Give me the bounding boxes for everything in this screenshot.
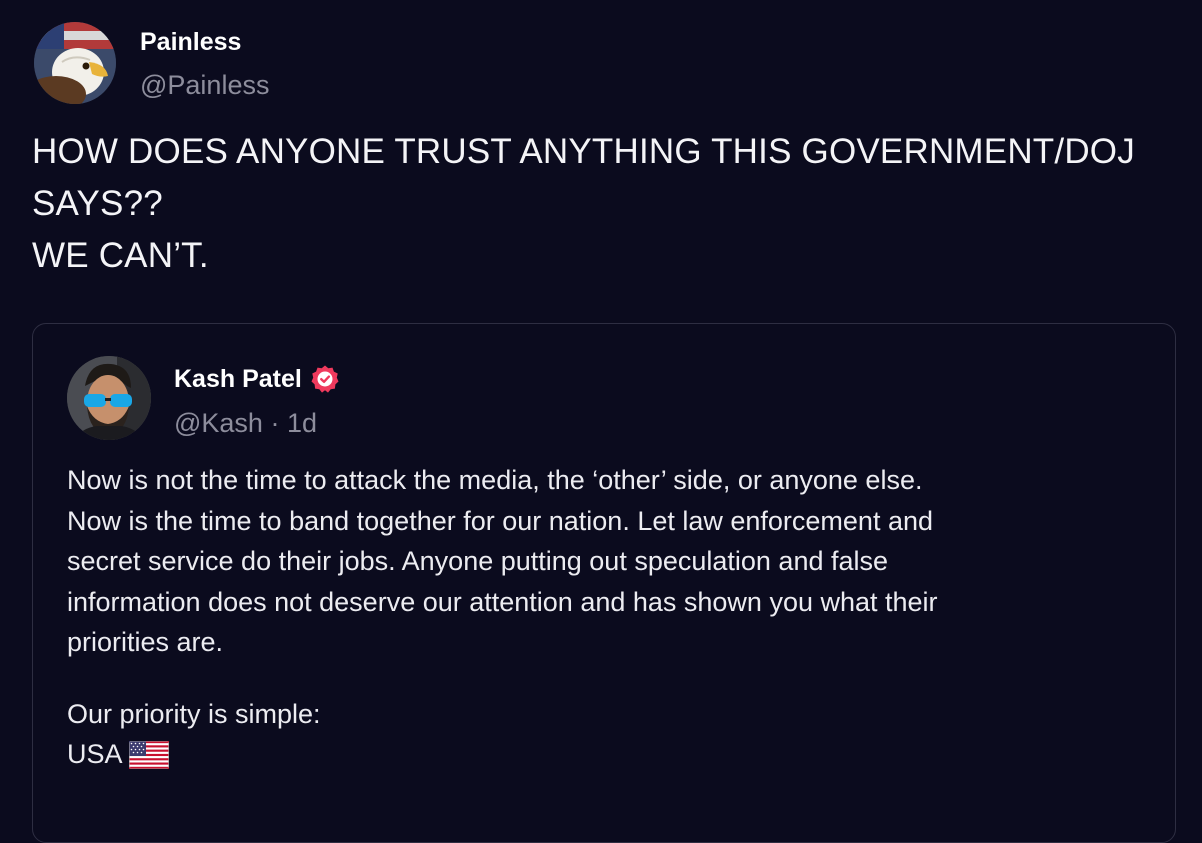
quoted-post-body: Now is not the time to attack the media,… <box>67 460 1147 663</box>
verified-badge-icon <box>310 364 340 394</box>
quoted-author-display-name[interactable]: Kash Patel <box>174 365 302 394</box>
post: Painless @Painless HOW DOES ANYONE TRUST… <box>0 0 1202 843</box>
closing-line: USA <box>67 739 123 769</box>
meta-separator: · <box>270 408 280 438</box>
us-flag-icon <box>128 740 169 769</box>
quoted-post-closing: Our priority is simple: USA <box>67 694 321 774</box>
quoted-body-line: Now is not the time to attack the media,… <box>67 465 923 495</box>
quoted-body-line: information does not deserve our attenti… <box>67 586 938 617</box>
author-display-name[interactable]: Painless <box>140 28 241 57</box>
quoted-author-meta: @Kash · 1d <box>174 408 317 439</box>
post-text-line: WE CAN’T. <box>32 236 209 275</box>
quoted-post-timestamp[interactable]: 1d <box>287 408 317 438</box>
quoted-body-line: secret service do their jobs. Anyone put… <box>67 546 889 576</box>
quoted-post-card[interactable]: Kash Patel @Kash · 1d Now is not the tim… <box>32 323 1176 843</box>
closing-line: Our priority is simple: <box>67 699 321 729</box>
quoted-author-handle[interactable]: @Kash <box>174 408 263 438</box>
author-handle[interactable]: @Painless <box>140 70 269 101</box>
quoted-body-line: Now is the time to band together for our… <box>67 505 934 536</box>
post-text-line: HOW DOES ANYONE TRUST ANYTHING THIS GOVE… <box>32 132 1135 171</box>
quoted-author-name-row: Kash Patel <box>174 364 340 394</box>
usa-line: USA <box>67 734 321 774</box>
quoted-body-line: priorities are. <box>67 627 224 657</box>
person-avatar-icon <box>67 356 151 440</box>
quoted-author-avatar[interactable] <box>67 356 151 440</box>
eagle-avatar-icon <box>34 22 116 104</box>
author-avatar[interactable] <box>34 22 116 104</box>
post-text-line: SAYS?? <box>32 184 163 223</box>
post-text: HOW DOES ANYONE TRUST ANYTHING THIS GOVE… <box>32 126 1182 282</box>
